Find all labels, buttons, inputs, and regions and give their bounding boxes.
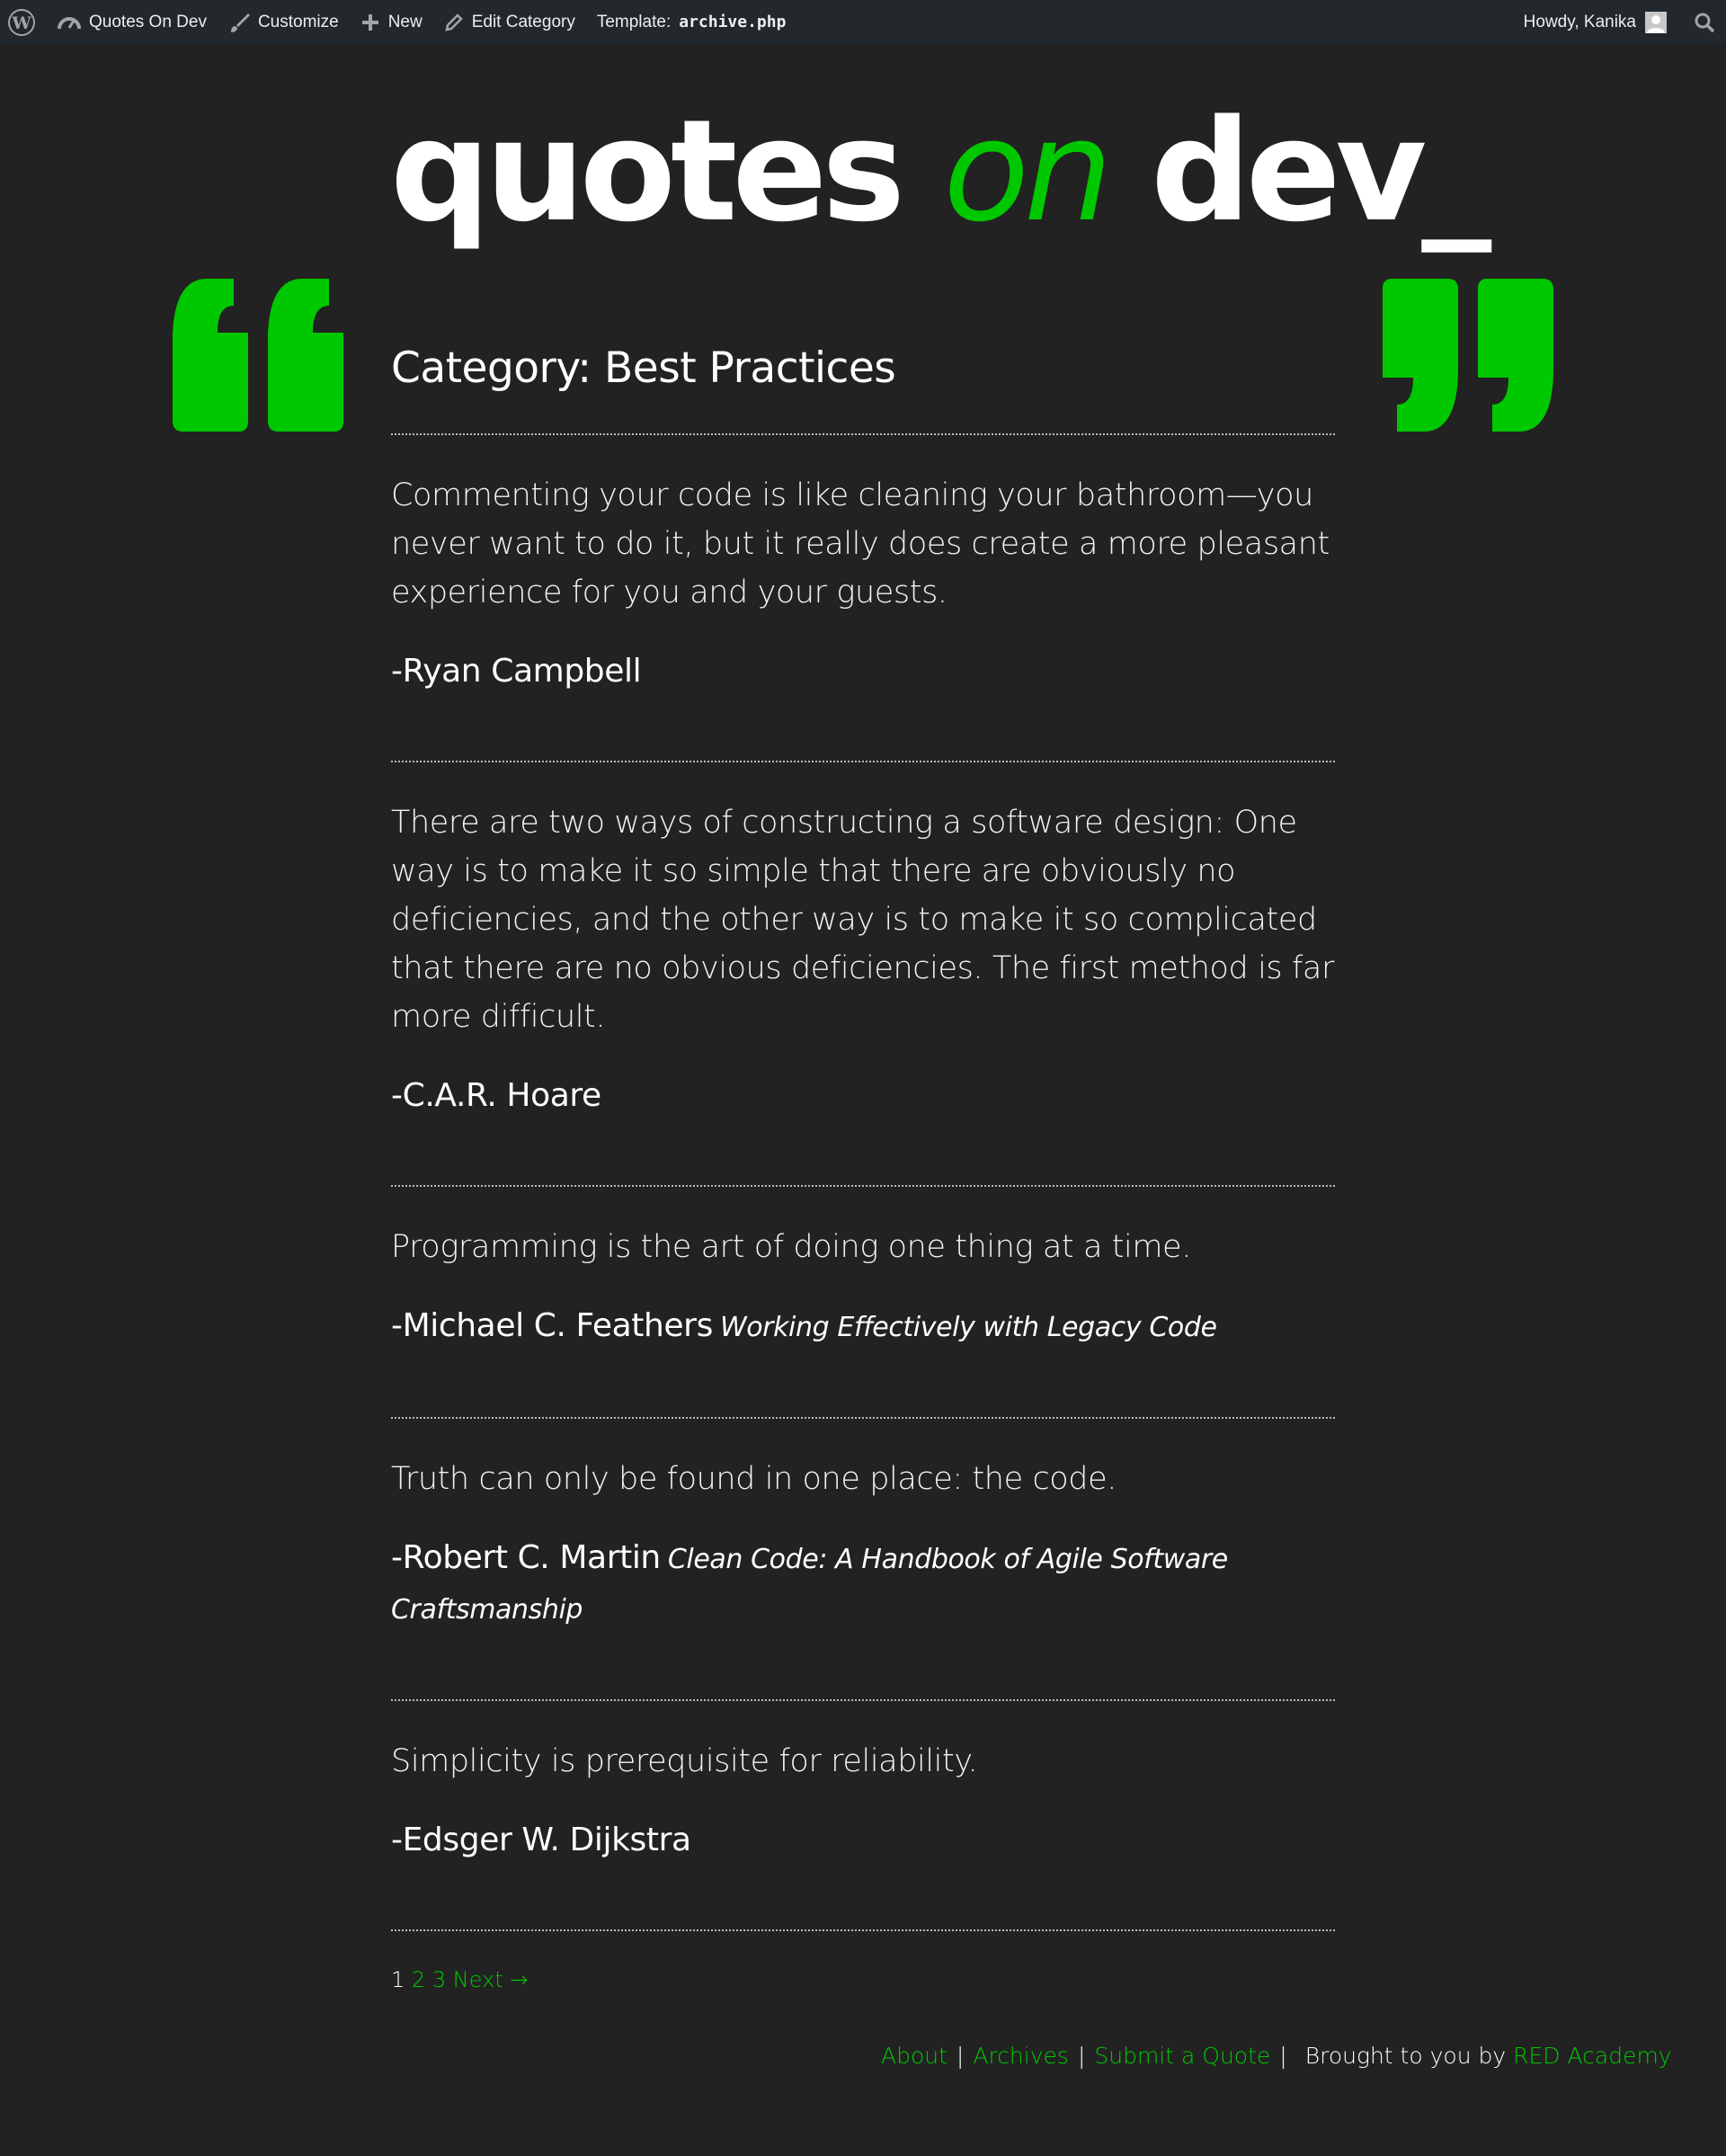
footer: About | Archives | Submit a Quote | Brought to… [881, 2043, 1672, 2069]
footer-credit-text: Brought to you by [1304, 2043, 1507, 2069]
page-title: Category: Best Practices [391, 343, 896, 393]
site-title[interactable]: quotes on dev_ [390, 101, 1491, 241]
plus-icon [360, 13, 380, 32]
search-button[interactable] [1683, 0, 1726, 44]
pagination-page-2[interactable]: 2 [412, 1967, 425, 1992]
divider [391, 1929, 1335, 1931]
avatar-icon [1645, 11, 1667, 33]
customize-label: Customize [257, 12, 339, 31]
footer-about-link[interactable]: About [881, 2043, 948, 2069]
main-content: Category: Best Practices Commenting your… [391, 333, 1335, 1992]
quote-author: -Robert C. Martin Clean Code: A Handbook … [391, 1534, 1335, 1635]
quote-item: Programming is the art of doing one thin… [391, 1187, 1335, 1417]
open-quote-icon [173, 279, 345, 435]
customize-link[interactable]: Customize [218, 0, 350, 44]
footer-submit-link[interactable]: Submit a Quote [1094, 2043, 1270, 2069]
footer-academy-link[interactable]: RED Academy [1513, 2043, 1672, 2069]
account-menu[interactable]: Howdy, Kanika [1513, 0, 1683, 44]
pagination-next[interactable]: Next → [453, 1967, 529, 1992]
author-name: -Edsger W. Dijkstra [391, 1822, 691, 1858]
quote-text: Commenting your code is like cleaning yo… [391, 477, 1330, 610]
svg-text:W: W [11, 13, 31, 33]
author-name: -C.A.R. Hoare [391, 1077, 601, 1114]
author-name: -Ryan Campbell [391, 653, 642, 690]
pagination-current: 1 [391, 1967, 405, 1992]
new-content-menu[interactable]: New [350, 0, 433, 44]
template-label: Template: [596, 12, 672, 31]
quote-item: Commenting your code is like cleaning yo… [391, 435, 1335, 761]
template-info[interactable]: Template: archive.php [586, 0, 797, 44]
quote-text: Truth can only be found in one place: th… [391, 1461, 1117, 1497]
edit-category-label: Edit Category [471, 12, 575, 31]
footer-separator: | [1279, 2043, 1287, 2069]
edit-category-link[interactable]: Edit Category [433, 0, 586, 44]
site-name-link[interactable]: Quotes On Dev [47, 0, 218, 44]
close-quote-icon [1381, 279, 1553, 435]
pagination-page-3[interactable]: 3 [432, 1967, 446, 1992]
search-icon [1694, 12, 1715, 33]
author-name: -Robert C. Martin [391, 1539, 661, 1576]
quote-author: -Michael C. Feathers Working Effectively … [391, 1302, 1335, 1352]
site-title-dev: dev_ [1151, 89, 1491, 253]
quote-text: There are two ways of constructing a sof… [391, 805, 1334, 1035]
pencil-icon [444, 13, 464, 32]
quote-author: -C.A.R. Hoare [391, 1072, 1335, 1120]
quote-author: -Edsger W. Dijkstra [391, 1816, 1335, 1865]
site-name-label: Quotes On Dev [89, 12, 207, 31]
site-title-quotes: quotes [390, 89, 905, 253]
quote-text: Programming is the art of doing one thin… [391, 1229, 1191, 1265]
quote-text: Simplicity is prerequisite for reliabili… [391, 1743, 978, 1779]
new-label: New [387, 12, 423, 31]
site-title-on: on [943, 89, 1112, 253]
template-file: archive.php [679, 13, 787, 31]
author-name: -Michael C. Feathers [391, 1307, 713, 1344]
pagination: 1 2 3 Next → [391, 1967, 1335, 1992]
footer-separator: | [1077, 2043, 1086, 2069]
brush-icon [228, 12, 250, 33]
quote-item: Simplicity is prerequisite for reliabili… [391, 1701, 1335, 1929]
quote-author: -Ryan Campbell [391, 647, 1335, 696]
admin-bar: W Quotes On Dev Customize New Edit Categ… [0, 0, 1726, 44]
footer-separator: | [956, 2043, 965, 2069]
greeting-label: Howdy, Kanika [1523, 12, 1636, 31]
quote-source: Working Effectively with Legacy Code [719, 1312, 1217, 1343]
footer-archives-link[interactable]: Archives [973, 2043, 1069, 2069]
wordpress-menu[interactable]: W [0, 0, 47, 44]
quote-item: Truth can only be found in one place: th… [391, 1419, 1335, 1699]
quote-item: There are two ways of constructing a sof… [391, 762, 1335, 1185]
dashboard-icon [58, 13, 81, 32]
wordpress-icon: W [7, 8, 36, 37]
